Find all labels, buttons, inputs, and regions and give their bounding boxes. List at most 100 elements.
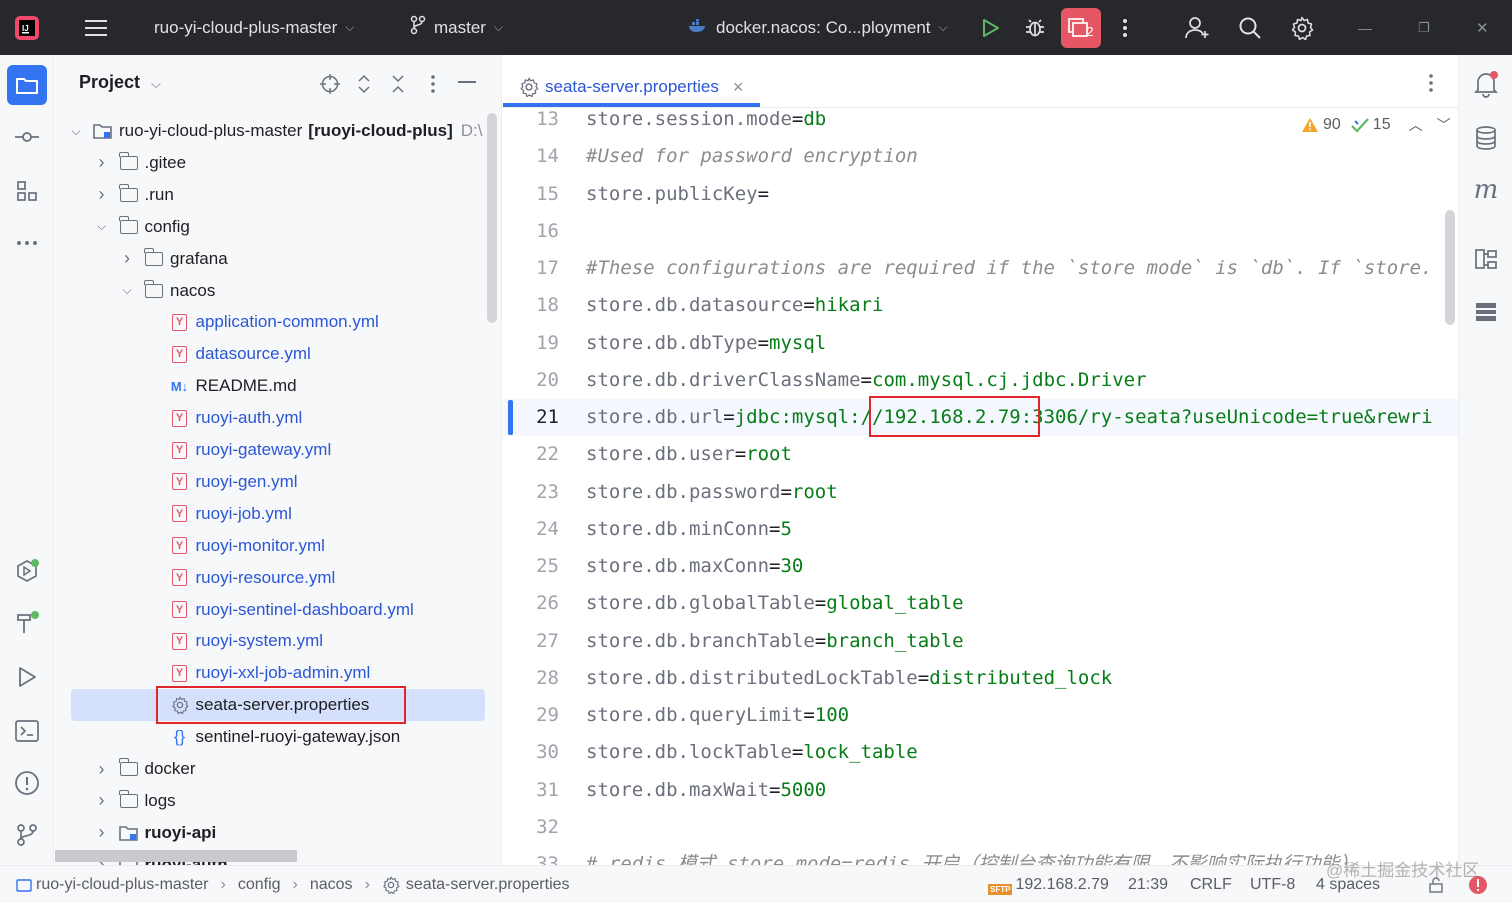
editor-scrollbar[interactable] bbox=[1445, 210, 1455, 325]
tree-vertical-scrollbar[interactable] bbox=[487, 113, 497, 323]
collapse-all-icon[interactable] bbox=[391, 74, 405, 99]
tree-item[interactable]: › .run bbox=[55, 179, 485, 211]
structure-list-icon[interactable] bbox=[1469, 295, 1503, 329]
structure-icon[interactable] bbox=[7, 171, 47, 211]
code-line[interactable]: store.db.branchTable=branch_table bbox=[586, 629, 964, 654]
code-line[interactable]: store.db.user=root bbox=[586, 442, 792, 467]
code-line[interactable]: store.db.distributedLockTable=distribute… bbox=[586, 666, 1112, 691]
breadcrumb-item[interactable]: config bbox=[238, 876, 281, 894]
tree-item[interactable]: ⌵ ruo-yi-cloud-plus-master [ruoyi-cloud-pl… bbox=[55, 115, 485, 147]
chevron-down-icon[interactable]: ⌵ bbox=[95, 219, 109, 234]
file-encoding[interactable]: UTF-8 bbox=[1250, 866, 1295, 904]
breadcrumb-item[interactable]: seata-server.properties bbox=[406, 876, 570, 894]
debug-icon[interactable] bbox=[1020, 0, 1050, 55]
database-icon[interactable] bbox=[1469, 121, 1503, 155]
code-line[interactable]: store.session.mode=db bbox=[586, 107, 826, 132]
intellij-logo-icon[interactable]: IJ bbox=[12, 0, 42, 55]
code-line[interactable]: #These configurations are required if th… bbox=[586, 256, 1432, 281]
project-panel-title[interactable]: Project ⌵ bbox=[79, 72, 161, 93]
commit-icon[interactable] bbox=[7, 117, 47, 157]
code-line[interactable]: store.publicKey= bbox=[586, 182, 769, 207]
more-tools-icon[interactable] bbox=[7, 223, 47, 263]
run-icon[interactable] bbox=[976, 0, 1004, 55]
tree-item[interactable]: Yruoyi-monitor.yml bbox=[55, 530, 485, 562]
line-separator[interactable]: CRLF bbox=[1190, 866, 1232, 904]
chevron-right-icon[interactable]: › bbox=[95, 822, 109, 843]
chevron-down-icon[interactable]: ⌵ bbox=[120, 283, 134, 298]
hide-panel-icon[interactable] bbox=[458, 81, 476, 83]
tree-item[interactable]: Yruoyi-job.yml bbox=[55, 498, 485, 530]
locate-file-icon[interactable] bbox=[320, 74, 340, 99]
tree-item[interactable]: Yruoyi-auth.yml bbox=[55, 402, 485, 434]
chevron-up-icon[interactable]: ︿ bbox=[1409, 115, 1423, 135]
chevron-down-icon[interactable]: ⌵ bbox=[69, 124, 83, 139]
breadcrumb-item[interactable]: nacos bbox=[310, 876, 353, 894]
tree-item[interactable]: › logs bbox=[55, 785, 485, 817]
tree-item[interactable]: › grafana bbox=[55, 243, 485, 275]
tree-item[interactable]: Yapplication-common.yml bbox=[55, 306, 485, 338]
chevron-right-icon[interactable]: › bbox=[95, 184, 109, 205]
tab-close-icon[interactable]: × bbox=[733, 77, 744, 98]
tree-item[interactable]: Yruoyi-sentinel-dashboard.yml bbox=[55, 594, 485, 626]
vcs-changes-button[interactable]: 2 bbox=[1061, 0, 1101, 55]
code-line[interactable]: store.db.driverClassName=com.mysql.cj.jd… bbox=[586, 368, 1147, 393]
chevron-down-icon[interactable]: ﹀ bbox=[1437, 115, 1451, 135]
settings-gear-icon[interactable] bbox=[1288, 0, 1316, 55]
code-line[interactable]: store.db.datasource=hikari bbox=[586, 293, 883, 318]
search-icon[interactable] bbox=[1236, 0, 1264, 55]
tree-horizontal-scrollbar[interactable] bbox=[55, 850, 297, 862]
notifications-bell-icon[interactable] bbox=[1469, 67, 1503, 101]
branch-selector[interactable]: master ⌵ bbox=[410, 0, 503, 55]
terminal-icon[interactable] bbox=[7, 711, 47, 751]
main-menu-icon[interactable] bbox=[82, 0, 110, 55]
tree-item[interactable]: Yruoyi-gen.yml bbox=[55, 466, 485, 498]
project-selector[interactable]: ruo-yi-cloud-plus-master ⌵ bbox=[154, 0, 354, 55]
tree-item[interactable]: Yruoyi-resource.yml bbox=[55, 562, 485, 594]
more-actions-icon[interactable] bbox=[1113, 0, 1137, 55]
inspection-widget[interactable]: 90 15 ︿ ﹀ bbox=[1301, 115, 1451, 135]
hierarchy-icon[interactable] bbox=[1469, 243, 1503, 277]
code-line[interactable]: store.db.lockTable=lock_table bbox=[586, 740, 918, 765]
tab-options-icon[interactable] bbox=[1428, 73, 1434, 98]
tree-item[interactable]: Yruoyi-xxl-job-admin.yml bbox=[55, 657, 485, 689]
code-line[interactable]: store.db.queryLimit=100 bbox=[586, 703, 849, 728]
code-line[interactable]: #Used for password encryption bbox=[586, 144, 918, 169]
code-line[interactable]: store.db.dbType=mysql bbox=[586, 331, 826, 356]
services-icon[interactable] bbox=[7, 551, 47, 591]
tree-item[interactable]: ⌵ config bbox=[55, 211, 485, 243]
project-tool-folder-icon[interactable] bbox=[7, 65, 47, 105]
code-line[interactable]: store.db.password=root bbox=[586, 480, 838, 505]
chevron-right-icon[interactable]: › bbox=[120, 248, 134, 269]
tree-item[interactable]: › .gitee bbox=[55, 147, 485, 179]
breadcrumb-item[interactable]: ruo-yi-cloud-plus-master bbox=[36, 876, 209, 894]
code-line[interactable]: store.db.maxWait=5000 bbox=[586, 778, 826, 803]
chevron-right-icon[interactable]: › bbox=[95, 152, 109, 173]
minimize-button[interactable]: — bbox=[1358, 0, 1372, 55]
chevron-right-icon[interactable]: › bbox=[95, 759, 109, 780]
code-line[interactable]: store.db.minConn=5 bbox=[586, 517, 792, 542]
chevron-right-icon[interactable]: › bbox=[95, 790, 109, 811]
run-tool-icon[interactable] bbox=[7, 657, 47, 697]
tree-item[interactable]: Yruoyi-system.yml bbox=[55, 625, 485, 657]
git-icon[interactable] bbox=[7, 815, 47, 855]
tree-item[interactable]: › docker bbox=[55, 753, 485, 785]
caret-position[interactable]: 21:39 bbox=[1128, 866, 1168, 904]
close-window-button[interactable]: ✕ bbox=[1476, 0, 1489, 55]
restore-button[interactable]: ❐ bbox=[1418, 0, 1430, 55]
tree-item[interactable]: Ydatasource.yml bbox=[55, 338, 485, 370]
tree-item[interactable]: M↓ README.md bbox=[55, 370, 485, 402]
sftp-host[interactable]: SFTP 192.168.2.79 bbox=[988, 866, 1109, 904]
code-line[interactable]: store.db.globalTable=global_table bbox=[586, 591, 964, 616]
problems-icon[interactable] bbox=[7, 763, 47, 803]
code-line[interactable]: # redis 模式 store.mode=redis 开启（控制台查询功能有限… bbox=[586, 852, 1358, 865]
build-hammer-icon[interactable] bbox=[7, 603, 47, 643]
run-config-selector[interactable]: docker.nacos: Co...ployment ⌵ bbox=[688, 0, 948, 55]
editor-tab[interactable]: seata-server.properties × bbox=[519, 73, 743, 101]
tree-item[interactable]: {} sentinel-ruoyi-gateway.json bbox=[55, 721, 485, 753]
tree-item[interactable]: › ruoyi-api bbox=[55, 817, 485, 849]
expand-all-icon[interactable] bbox=[357, 74, 371, 99]
add-user-icon[interactable] bbox=[1182, 0, 1212, 55]
options-icon[interactable] bbox=[430, 74, 436, 99]
tree-item[interactable]: ⌵ nacos bbox=[55, 275, 485, 307]
tree-item[interactable]: Yruoyi-gateway.yml bbox=[55, 434, 485, 466]
